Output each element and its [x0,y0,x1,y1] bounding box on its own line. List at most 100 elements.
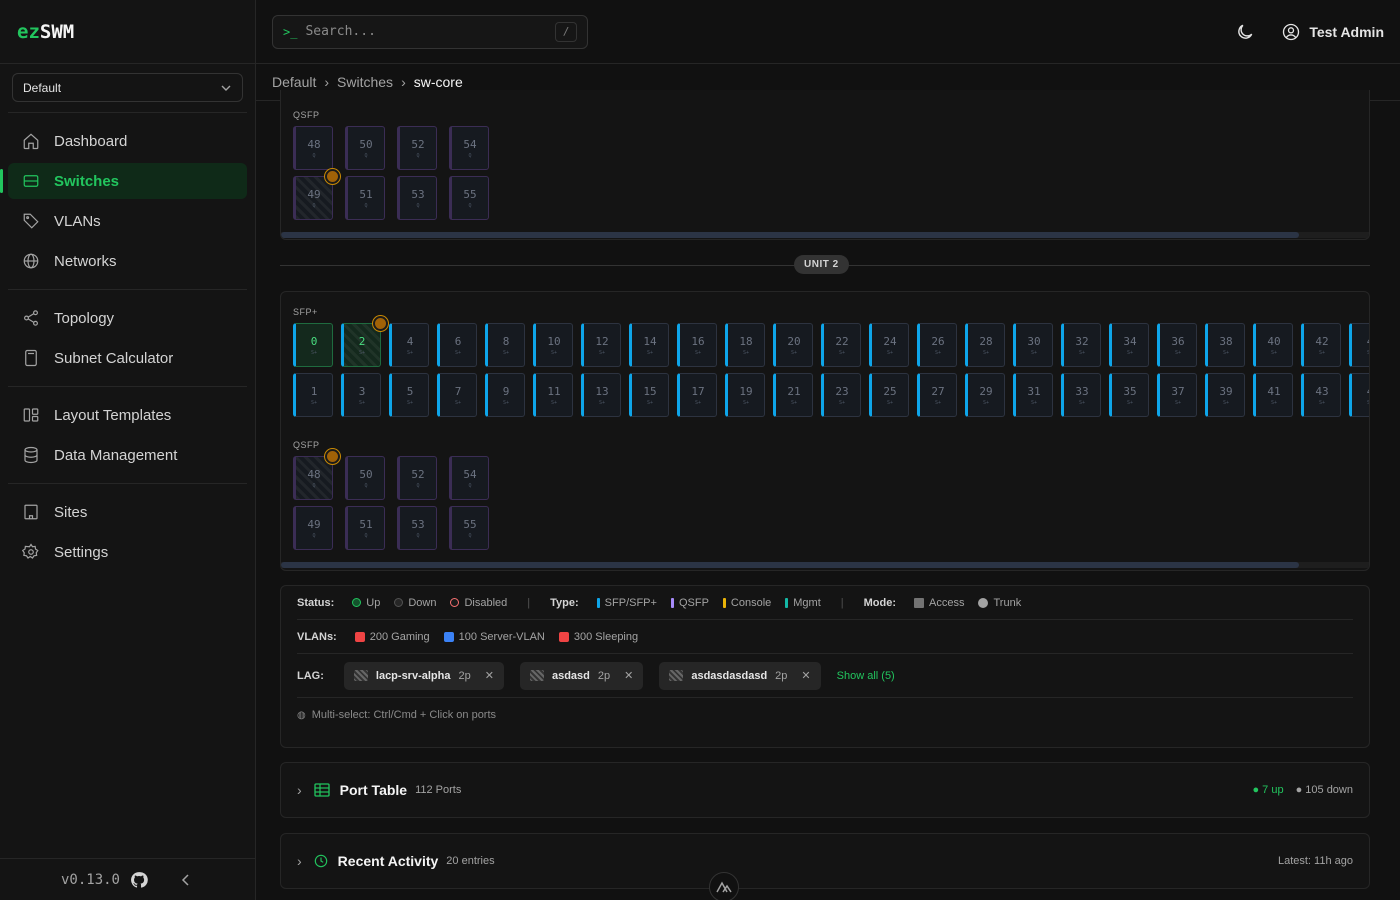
switch-port[interactable]: 4S+ [1349,323,1369,367]
collapse-sidebar-icon[interactable] [178,872,194,888]
switch-port[interactable]: 20 S+ [773,323,813,367]
switch-port[interactable]: 40 S+ [1253,323,1293,367]
port-table-section[interactable]: › Port Table 112 Ports ● 7 up ● 105 down [280,762,1370,818]
switch-port[interactable]: 33 S+ [1061,373,1101,417]
sidebar-item-dashboard[interactable]: Dashboard [8,123,247,159]
sidebar-item-subnet-calculator[interactable]: Subnet Calculator [8,340,247,376]
chevron-right-icon[interactable]: › [297,853,302,869]
switch-port[interactable]: 8 S+ [485,323,525,367]
switch-port[interactable]: 5 S+ [389,373,429,417]
switch-port[interactable]: 35 S+ [1109,373,1149,417]
app-logo[interactable]: ez SWM [0,0,255,64]
chevron-right-icon[interactable]: › [297,782,302,798]
scrollbar-thumb[interactable] [281,232,1299,238]
switch-port[interactable]: 48 Q [293,449,340,500]
sidebar-item-settings[interactable]: Settings [8,534,247,570]
switch-port[interactable]: 15 S+ [629,373,669,417]
switch-port[interactable]: 16 S+ [677,323,717,367]
switch-port[interactable]: 2 S+ [341,316,388,367]
switch-port[interactable]: 24 S+ [869,323,909,367]
switch-port[interactable]: 55 Q [449,506,489,550]
sidebar-item-vlans[interactable]: VLANs [8,203,247,239]
horizontal-scrollbar[interactable] [281,562,1369,568]
lag-chip[interactable]: lacp-srv-alpha 2p ✕ [343,661,504,690]
switch-port[interactable]: 14 S+ [629,323,669,367]
switch-port[interactable]: 52 Q [397,126,437,170]
close-icon[interactable]: ✕ [801,669,810,682]
switch-port[interactable]: 43 S+ [1301,373,1341,417]
show-all-lags-link[interactable]: Show all (5) [837,670,895,682]
switch-port[interactable]: 38 S+ [1205,323,1245,367]
sidebar-item-switches[interactable]: Switches [0,163,247,199]
switch-port[interactable]: 55 Q [449,176,489,220]
switch-port[interactable]: 26 S+ [917,323,957,367]
moon-icon[interactable] [1235,22,1255,42]
switch-port[interactable]: 28 S+ [965,323,1005,367]
switch-port[interactable]: 10 S+ [533,323,573,367]
switch-port[interactable]: 13 S+ [581,373,621,417]
switch-port[interactable]: 12 S+ [581,323,621,367]
switch-port[interactable]: 41 S+ [1253,373,1293,417]
switch-port[interactable]: 9 S+ [485,373,525,417]
switch-port[interactable]: 27 S+ [917,373,957,417]
switch-port[interactable]: 39 S+ [1205,373,1245,417]
switch-port[interactable]: 22 S+ [821,323,861,367]
horizontal-scrollbar[interactable] [281,232,1369,238]
switch-port[interactable]: 52 Q [397,456,437,500]
switch-port[interactable]: 36 S+ [1157,323,1197,367]
switch-port[interactable]: 50 Q [345,456,385,500]
switch-port[interactable]: 50 Q [345,126,385,170]
switch-port[interactable]: 18 S+ [725,323,765,367]
user-menu[interactable]: Test Admin [1281,22,1384,42]
switch-port[interactable]: 32 S+ [1061,323,1101,367]
switch-port[interactable]: 23 S+ [821,373,861,417]
switch-port[interactable]: 19 S+ [725,373,765,417]
sidebar-item-topology[interactable]: Topology [8,300,247,336]
switch-port[interactable]: 4S+ [1349,373,1369,417]
switch-port[interactable]: 54 Q [449,456,489,500]
switch-port[interactable]: 0 S+ [293,323,333,367]
recent-activity-section[interactable]: › Recent Activity 20 entries Latest: 11h… [280,833,1370,900]
switch-port[interactable]: 42 S+ [1301,323,1341,367]
switch-port[interactable]: 31 S+ [1013,373,1053,417]
switch-port[interactable]: 29 S+ [965,373,1005,417]
lag-chip[interactable]: asdasdasdasd 2p ✕ [659,661,821,690]
switch-port[interactable]: 17 S+ [677,373,717,417]
switch-port[interactable]: 37 S+ [1157,373,1197,417]
switch-port[interactable]: 51 Q [345,506,385,550]
legend-vlan[interactable]: 100 Server-VLAN [443,631,545,643]
switch-port[interactable]: 48 Q [293,126,333,170]
switch-port[interactable]: 6 S+ [437,323,477,367]
sidebar-item-sites[interactable]: Sites [8,494,247,530]
switch-port[interactable]: 4S+ [389,323,429,367]
switch-port[interactable]: 11 S+ [533,373,573,417]
close-icon[interactable]: ✕ [485,669,494,682]
close-icon[interactable]: ✕ [624,669,633,682]
switch-port[interactable]: 49 Q [293,169,340,220]
legend-vlan[interactable]: 200 Gaming [354,631,430,643]
devtools-icon[interactable] [709,872,739,900]
switch-port[interactable]: 25 S+ [869,373,909,417]
sidebar-item-data-management[interactable]: Data Management [8,437,247,473]
lag-chip[interactable]: asdasd 2p ✕ [519,661,644,690]
switch-port[interactable]: 30 S+ [1013,323,1053,367]
github-icon[interactable] [130,871,148,889]
sidebar-item-layout-templates[interactable]: Layout Templates [8,397,247,433]
site-select[interactable]: Default [12,73,243,102]
switch-port[interactable]: 3 S+ [341,373,381,417]
sidebar-item-networks[interactable]: Networks [8,243,247,279]
switch-port[interactable]: 34 S+ [1109,323,1149,367]
switch-port[interactable]: 7 S+ [437,373,477,417]
scrollbar-thumb[interactable] [281,562,1299,568]
legend-vlan[interactable]: 300 Sleeping [558,631,638,643]
switch-port[interactable]: 21 S+ [773,373,813,417]
switch-port[interactable]: 53 Q [397,506,437,550]
switch-port[interactable]: 1 S+ [293,373,333,417]
breadcrumb-item[interactable]: Switches [337,74,393,90]
switch-port[interactable]: 53 Q [397,176,437,220]
breadcrumb-item[interactable]: Default [272,74,316,90]
switch-port[interactable]: 49 Q [293,506,333,550]
switch-port[interactable]: 54 Q [449,126,489,170]
switch-port[interactable]: 51 Q [345,176,385,220]
search-input[interactable]: >_ Search... / [272,14,588,49]
